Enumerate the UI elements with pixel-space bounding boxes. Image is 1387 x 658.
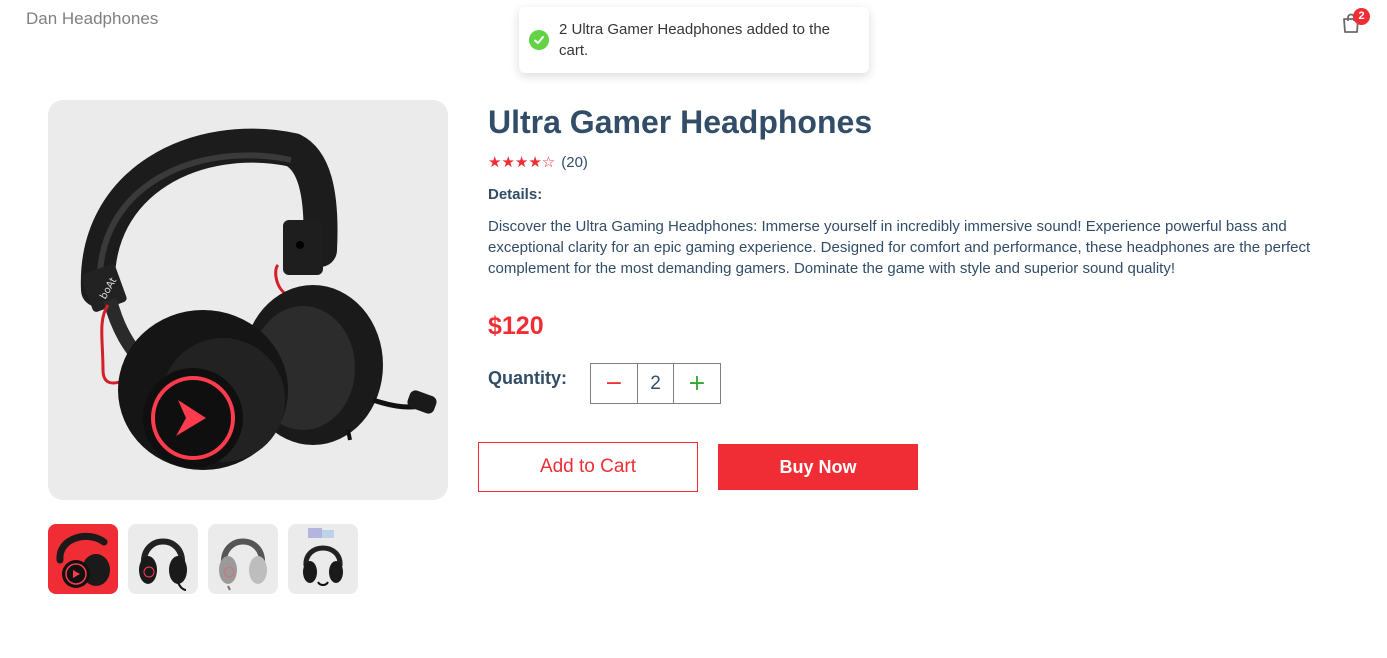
rating-stars: ★★★★☆ <box>488 154 556 171</box>
increase-quantity-button[interactable]: + <box>674 364 720 403</box>
details-heading: Details: <box>488 186 543 203</box>
headphones-thumbnail-image <box>219 538 267 591</box>
cart-button[interactable]: 2 <box>1336 8 1372 38</box>
product-title: Ultra Gamer Headphones <box>488 104 873 140</box>
brand-logo-link[interactable]: Dan Headphones <box>26 9 158 29</box>
quantity-value: 2 <box>637 364 674 403</box>
product-description: Discover the Ultra Gaming Headphones: Im… <box>488 218 1311 277</box>
cart-count-badge: 2 <box>1353 8 1370 25</box>
headphones-thumbnail-image <box>139 538 187 591</box>
thumbnail-2[interactable] <box>128 524 198 594</box>
headphones-image: boAt <box>80 128 437 470</box>
check-circle-icon <box>529 30 549 50</box>
decrease-quantity-button[interactable]: − <box>591 364 637 403</box>
thumbnail-4[interactable] <box>288 524 358 594</box>
product-price: $120 <box>488 312 544 340</box>
headphones-thumbnail-image <box>303 528 343 586</box>
thumbnail-1[interactable] <box>48 524 118 594</box>
product-rating: ★★★★☆ (20) <box>488 153 588 172</box>
buy-now-button[interactable]: Buy Now <box>718 444 918 490</box>
thumbnail-3[interactable] <box>208 524 278 594</box>
review-count: (20) <box>561 153 588 171</box>
add-to-cart-button[interactable]: Add to Cart <box>478 442 698 492</box>
quantity-label: Quantity: <box>488 368 567 388</box>
toast-notification: 2 Ultra Gamer Headphones added to the ca… <box>519 7 869 73</box>
headphones-thumbnail-image <box>56 532 110 588</box>
thumbnail-list <box>48 524 358 594</box>
toast-message: 2 Ultra Gamer Headphones added to the ca… <box>559 21 831 59</box>
quantity-stepper: − 2 + <box>590 363 721 404</box>
product-main-image: boAt <box>48 100 448 500</box>
